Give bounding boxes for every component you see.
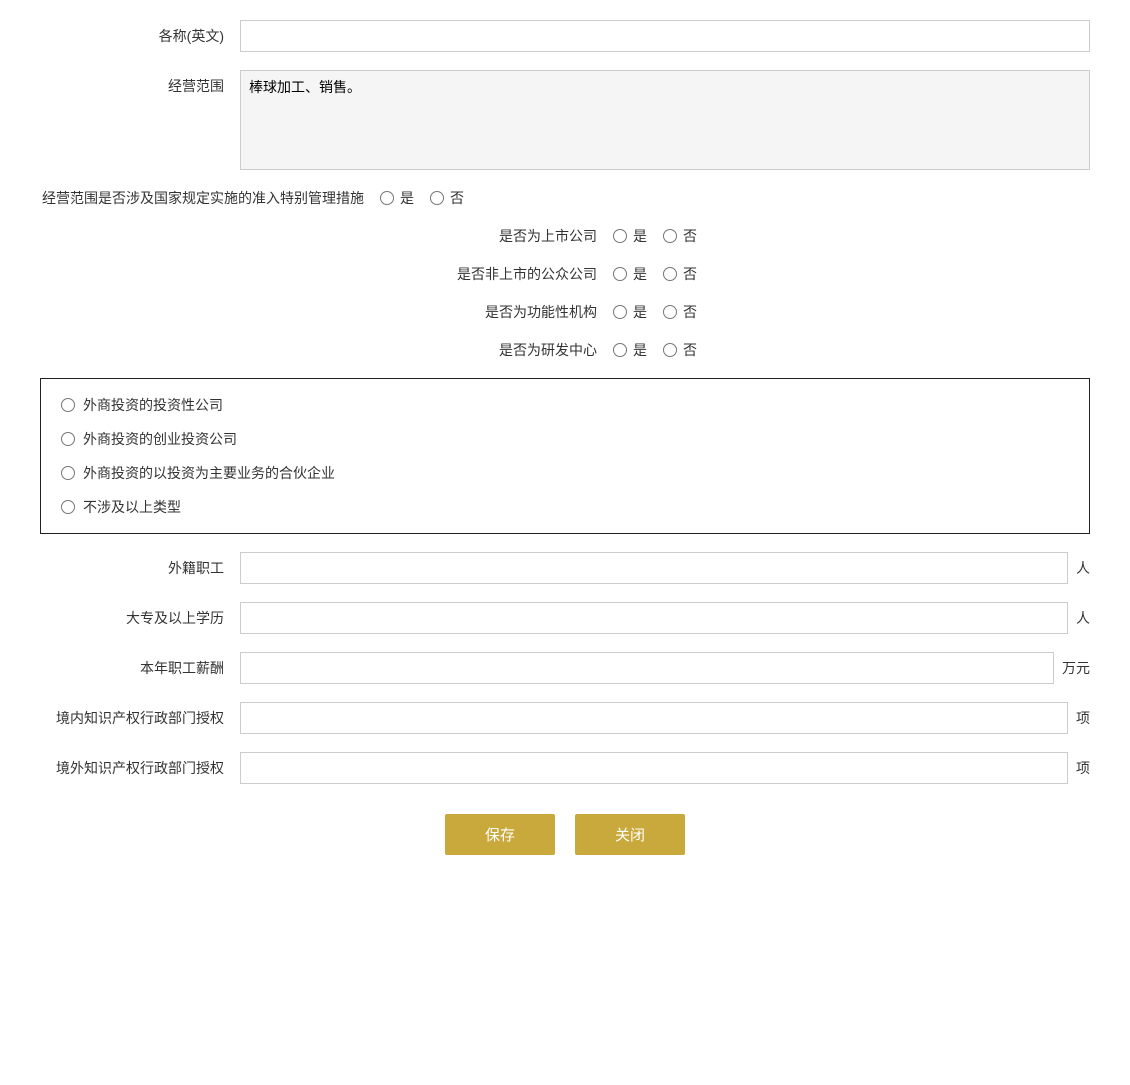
foreign-staff-input[interactable] [240,552,1068,584]
fi-type-1-row: 外商投资的投资性公司 [61,395,1069,415]
fi-type-2-label: 外商投资的创业投资公司 [83,429,237,449]
public-non-listed-no[interactable]: 否 [663,264,697,284]
college-edu-input[interactable] [240,602,1068,634]
listed-yes[interactable]: 是 [613,226,647,246]
listed-label: 是否为上市公司 [433,226,613,246]
fi-type-4-radio[interactable] [61,500,75,514]
rd-center-yes-label: 是 [633,340,647,360]
functional-org-row: 是否为功能性机构 是 否 [40,302,1090,322]
fi-type-3-radio[interactable] [61,466,75,480]
functional-org-yes-label: 是 [633,302,647,322]
foreign-staff-label: 外籍职工 [40,558,240,578]
rd-center-row: 是否为研发中心 是 否 [40,340,1090,360]
overseas-ip-input[interactable] [240,752,1068,784]
close-button[interactable]: 关闭 [575,814,685,855]
listed-yes-label: 是 [633,226,647,246]
rd-center-no[interactable]: 否 [663,340,697,360]
foreign-staff-unit: 人 [1076,558,1090,578]
listed-no-label: 否 [683,226,697,246]
special-mgmt-label: 经营范围是否涉及国家规定实施的准入特别管理措施 [40,188,380,208]
annual-salary-label: 本年职工薪酬 [40,658,240,678]
annual-salary-row: 本年职工薪酬 万元 [40,652,1090,684]
fi-type-2-row: 外商投资的创业投资公司 [61,429,1069,449]
functional-org-label: 是否为功能性机构 [433,302,613,322]
functional-org-no[interactable]: 否 [663,302,697,322]
save-button[interactable]: 保存 [445,814,555,855]
foreign-staff-row: 外籍职工 人 [40,552,1090,584]
special-mgmt-row: 经营范围是否涉及国家规定实施的准入特别管理措施 是 否 [40,188,1090,208]
listed-radio-group: 是 否 [613,226,697,246]
public-non-listed-label: 是否非上市的公众公司 [433,264,613,284]
rd-center-radio-group: 是 否 [613,340,697,360]
special-mgmt-no-label: 否 [450,188,464,208]
name-en-label: 各称(英文) [40,26,240,46]
form-container: 各称(英文) 经营范围 棒球加工、销售。 经营范围是否涉及国家规定实施的准入特别… [40,20,1090,855]
business-scope-label: 经营范围 [40,70,240,96]
annual-salary-unit: 万元 [1062,658,1090,678]
fi-type-3-row: 外商投资的以投资为主要业务的合伙企业 [61,463,1069,483]
business-scope-row: 经营范围 棒球加工、销售。 [40,70,1090,170]
special-mgmt-radio-group: 是 否 [380,188,464,208]
college-edu-unit: 人 [1076,608,1090,628]
overseas-ip-label: 境外知识产权行政部门授权 [40,758,240,778]
annual-salary-input[interactable] [240,652,1054,684]
name-en-input[interactable] [240,20,1090,52]
button-row: 保存 关闭 [40,814,1090,855]
listed-no[interactable]: 否 [663,226,697,246]
overseas-ip-row: 境外知识产权行政部门授权 项 [40,752,1090,784]
domestic-ip-unit: 项 [1076,708,1090,728]
domestic-ip-input[interactable] [240,702,1068,734]
college-edu-row: 大专及以上学历 人 [40,602,1090,634]
name-en-row: 各称(英文) [40,20,1090,52]
functional-org-no-label: 否 [683,302,697,322]
overseas-ip-unit: 项 [1076,758,1090,778]
public-non-listed-yes[interactable]: 是 [613,264,647,284]
fi-type-1-label: 外商投资的投资性公司 [83,395,223,415]
fi-type-1-radio[interactable] [61,398,75,412]
public-non-listed-row: 是否非上市的公众公司 是 否 [40,264,1090,284]
fi-type-4-row: 不涉及以上类型 [61,497,1069,517]
special-mgmt-no[interactable]: 否 [430,188,464,208]
fi-type-2-radio[interactable] [61,432,75,446]
business-scope-textarea[interactable]: 棒球加工、销售。 [240,70,1090,170]
rd-center-label: 是否为研发中心 [433,340,613,360]
public-non-listed-radio-group: 是 否 [613,264,697,284]
domestic-ip-row: 境内知识产权行政部门授权 项 [40,702,1090,734]
domestic-ip-label: 境内知识产权行政部门授权 [40,708,240,728]
rd-center-no-label: 否 [683,340,697,360]
listed-row: 是否为上市公司 是 否 [40,226,1090,246]
fi-type-3-label: 外商投资的以投资为主要业务的合伙企业 [83,463,335,483]
functional-org-radio-group: 是 否 [613,302,697,322]
public-non-listed-yes-label: 是 [633,264,647,284]
foreign-investment-section: 外商投资的投资性公司 外商投资的创业投资公司 外商投资的以投资为主要业务的合伙企… [40,378,1090,534]
rd-center-yes[interactable]: 是 [613,340,647,360]
functional-org-yes[interactable]: 是 [613,302,647,322]
special-mgmt-yes[interactable]: 是 [380,188,414,208]
special-mgmt-yes-label: 是 [400,188,414,208]
college-edu-label: 大专及以上学历 [40,608,240,628]
fi-type-4-label: 不涉及以上类型 [83,497,181,517]
public-non-listed-no-label: 否 [683,264,697,284]
